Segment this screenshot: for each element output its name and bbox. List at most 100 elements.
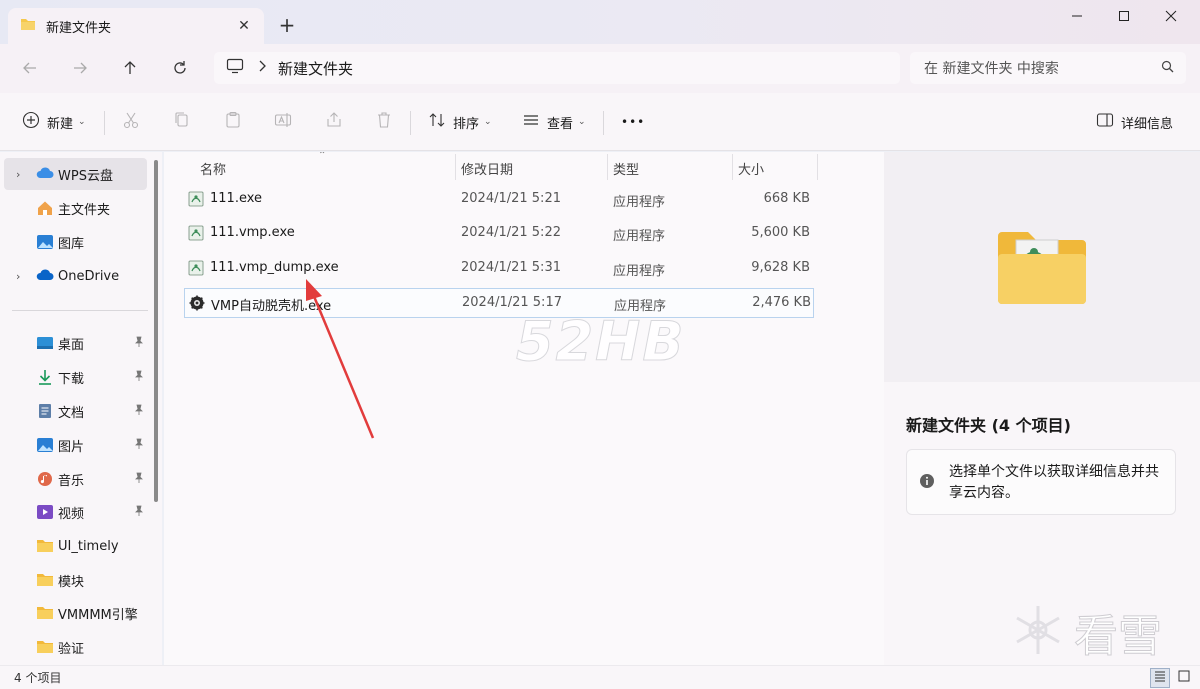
column-header-date[interactable]: 修改日期 [461, 156, 513, 180]
paste-button[interactable] [224, 110, 242, 134]
table-row[interactable]: 111.vmp.exe 2024/1/21 5:22 应用程序 5,600 KB [184, 219, 814, 249]
file-size: 668 KB [763, 191, 810, 206]
sidebar-item-folder-modules[interactable]: 模块 [4, 564, 147, 596]
file-date: 2024/1/21 5:22 [461, 225, 561, 240]
new-label: 新建 [47, 116, 74, 132]
pin-icon[interactable] [133, 404, 145, 420]
sidebar-item-desktop[interactable]: 桌面 [4, 327, 147, 359]
command-bar: 新建 ⌄ 排序 ⌄ 查看 ⌄ ••• 详细信息 [0, 93, 1200, 151]
sort-button[interactable]: 排序 ⌄ [428, 110, 492, 134]
forward-button[interactable] [68, 56, 92, 80]
exe-icon [188, 260, 204, 280]
sidebar-item-downloads[interactable]: 下载 [4, 361, 147, 393]
maximize-button[interactable] [1101, 0, 1147, 32]
sidebar-item-home[interactable]: 主文件夹 [4, 192, 147, 224]
address-bar[interactable]: 新建文件夹 [214, 52, 900, 84]
kanxue-brand-text: 看雪 [1074, 611, 1163, 663]
new-button[interactable]: 新建 ⌄ [22, 110, 86, 134]
details-title: 新建文件夹 (4 个项目) [906, 416, 1071, 435]
pin-icon[interactable] [133, 505, 145, 521]
sidebar-item-folder-ui-timely[interactable]: UI_timely [4, 530, 147, 562]
delete-button[interactable] [375, 110, 393, 134]
column-header-type[interactable]: 类型 [613, 156, 639, 180]
sidebar-item-videos[interactable]: 视频 [4, 496, 147, 528]
chevron-right-icon[interactable]: › [16, 270, 20, 283]
view-button[interactable]: 查看 ⌄ [522, 110, 586, 134]
sidebar-item-documents[interactable]: 文档 [4, 395, 147, 427]
file-date: 2024/1/21 5:17 [462, 295, 562, 310]
sidebar-scrollbar[interactable] [154, 160, 158, 502]
column-header-name[interactable]: 名称 [200, 156, 226, 180]
sidebar-item-pictures[interactable]: 图片 [4, 429, 147, 461]
file-name: 111.exe [210, 191, 263, 206]
folder-icon [36, 639, 54, 658]
kanxue-watermark: 看雪 [1010, 600, 1163, 664]
rename-button[interactable] [274, 110, 292, 134]
sidebar-item-folder-vmmmm[interactable]: VMMMM引擎 [4, 597, 147, 629]
sidebar-item-folder-verify[interactable]: 验证 [4, 631, 147, 663]
refresh-button[interactable] [168, 56, 192, 80]
tab-close-icon[interactable]: ✕ [232, 14, 256, 38]
pin-icon[interactable] [133, 438, 145, 454]
sidebar-item-wps-cloud[interactable]: › WPS云盘 [4, 158, 147, 190]
pin-icon[interactable] [133, 370, 145, 386]
details-view-button[interactable] [1150, 668, 1170, 688]
chevron-right-icon[interactable]: › [16, 168, 20, 181]
sidebar-item-label: UI_timely [58, 538, 119, 554]
pin-icon[interactable] [133, 336, 145, 352]
tab-current[interactable]: 新建文件夹 ✕ [8, 8, 264, 44]
pictures-icon [36, 437, 54, 457]
sort-ascending-icon: ⌃ [318, 152, 327, 161]
details-pane-button[interactable]: 详细信息 [1096, 110, 1173, 134]
sidebar-item-label: 文档 [58, 405, 85, 421]
sidebar-item-label: 图片 [58, 439, 85, 455]
details-label: 详细信息 [1121, 116, 1174, 132]
details-pane: 新建文件夹 (4 个项目) 选择单个文件以获取详细信息并共享云内容。 看雪 [884, 152, 1200, 665]
minimize-button[interactable] [1054, 0, 1100, 32]
file-date: 2024/1/21 5:31 [461, 260, 561, 275]
more-button[interactable]: ••• [621, 110, 645, 134]
computer-icon [226, 58, 244, 78]
new-tab-button[interactable]: + [276, 14, 298, 36]
column-divider[interactable] [607, 154, 608, 180]
column-divider[interactable] [455, 154, 456, 180]
file-list: ⌃ 名称 修改日期 类型 大小 111.exe 2024/1/21 5:21 应… [164, 152, 884, 665]
search-input[interactable]: 在 新建文件夹 中搜索 [910, 52, 1186, 84]
folder-icon [36, 605, 54, 624]
share-button[interactable] [325, 110, 343, 134]
table-row[interactable]: 111.vmp_dump.exe 2024/1/21 5:31 应用程序 9,6… [184, 254, 814, 284]
sort-label: 排序 [453, 116, 480, 132]
view-label: 查看 [547, 116, 574, 132]
cut-button[interactable] [122, 110, 140, 134]
download-icon [36, 369, 54, 389]
sidebar-item-onedrive[interactable]: › OneDrive [4, 260, 147, 292]
chevron-down-icon: ⌄ [578, 117, 586, 127]
pin-icon[interactable] [133, 472, 145, 488]
file-size: 9,628 KB [751, 260, 810, 275]
file-size: 5,600 KB [751, 225, 810, 240]
cloud-icon [36, 166, 54, 184]
view-icon [522, 111, 540, 133]
breadcrumb-current[interactable]: 新建文件夹 [278, 58, 353, 79]
sidebar-item-label: 图库 [58, 236, 85, 252]
column-header-size[interactable]: 大小 [738, 156, 764, 180]
sidebar-item-music[interactable]: 音乐 [4, 463, 147, 495]
copy-button[interactable] [173, 110, 191, 134]
sidebar-item-label: 视频 [58, 506, 85, 522]
file-type: 应用程序 [613, 264, 666, 279]
table-row[interactable]: 111.exe 2024/1/21 5:21 应用程序 668 KB [184, 185, 814, 215]
chevron-right-icon[interactable] [258, 60, 266, 76]
up-button[interactable] [118, 56, 142, 80]
tiles-view-button[interactable] [1174, 668, 1194, 688]
sidebar-item-gallery[interactable]: 图库 [4, 226, 147, 258]
column-divider[interactable] [732, 154, 733, 180]
close-button[interactable] [1148, 0, 1194, 32]
details-view-icon [1154, 670, 1166, 686]
copy-icon [173, 111, 191, 133]
watermark-52hb: 52HB [516, 310, 686, 374]
sidebar-divider [12, 310, 148, 311]
table-row-selected[interactable]: VMP自动脱壳机.exe 2024/1/21 5:17 应用程序 2,476 K… [184, 288, 814, 318]
search-icon[interactable] [1161, 60, 1174, 77]
back-button[interactable] [18, 56, 42, 80]
column-divider[interactable] [817, 154, 818, 180]
